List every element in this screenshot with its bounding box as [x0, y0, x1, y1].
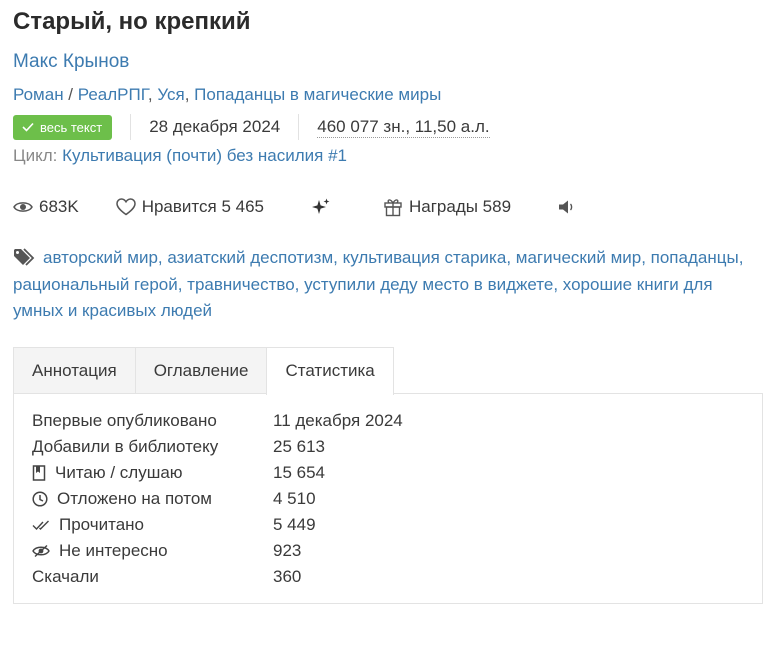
genre-list: Роман / РеалРПГ, Уся, Попаданцы в магиче… [13, 85, 441, 105]
cycle-info: Цикл: Культивация (почти) без насилия #1 [13, 146, 347, 166]
book-icon [32, 465, 46, 481]
author-link[interactable]: Макс Крынов [13, 51, 129, 73]
stat-value: 15 654 [273, 463, 325, 482]
stats-bar: 683K Нравится 5 465 Награды 589 [13, 195, 576, 219]
book-title: Старый, но крепкий [13, 8, 251, 35]
like-button[interactable]: Нравится 5 465 [115, 197, 264, 217]
divider [130, 114, 132, 140]
genre-separator: / [63, 85, 78, 104]
publish-date: 28 декабря 2024 [149, 117, 281, 136]
awards-count: Награды 589 [408, 197, 512, 216]
full-text-badge: весь текст [13, 114, 113, 140]
awards-button[interactable]: Награды 589 [383, 197, 511, 217]
stat-value: 360 [273, 567, 302, 586]
stat-label: Отложено на потом [57, 489, 212, 508]
stat-value: 5 449 [273, 515, 316, 534]
book-page: Старый, но крепкий Макс Крынов Роман / Р… [0, 0, 778, 648]
clock-icon [32, 491, 48, 507]
tags-text[interactable]: авторский мир, азиатский деспотизм, куль… [13, 248, 743, 320]
stat-value: 11 декабря 2024 [273, 411, 403, 430]
views-count: 683K [39, 197, 79, 216]
audio-button[interactable] [558, 199, 576, 215]
genre-link[interactable]: РеалРПГ [78, 85, 148, 104]
tag-icon [14, 248, 35, 266]
stat-row: Скачали 360 [32, 564, 301, 590]
tab-contents[interactable]: Оглавление [134, 347, 268, 393]
genre-separator: , [184, 85, 195, 104]
stat-row: Добавили в библиотеку 25 613 [32, 434, 325, 460]
cycle-link[interactable]: Культивация (почти) без насилия #1 [62, 146, 347, 165]
eye-icon [13, 202, 33, 212]
stat-label: Впервые опубликовано [32, 411, 217, 430]
eye-slash-icon [32, 544, 50, 558]
stat-label: Добавили в библиотеку [32, 437, 219, 456]
double-check-icon [32, 520, 49, 531]
views-counter: 683K [13, 197, 79, 217]
divider [298, 114, 300, 140]
tab-annotation[interactable]: Аннотация [13, 347, 136, 393]
genre-link[interactable]: Роман [13, 85, 64, 104]
full-text-label: весь текст [40, 119, 103, 135]
stat-label: Читаю / слушаю [55, 463, 183, 482]
stat-label: Не интересно [59, 541, 168, 560]
stat-row: Не интересно 923 [32, 538, 301, 564]
check-icon [22, 122, 34, 132]
stat-row: Прочитано 5 449 [32, 512, 316, 538]
speaker-icon [559, 200, 573, 214]
stat-value: 923 [273, 541, 302, 560]
heart-icon [115, 198, 136, 216]
gift-icon [384, 199, 402, 217]
stat-row: Отложено на потом 4 510 [32, 486, 316, 512]
book-info-row: весь текст 28 декабря 2024 460 077 зн., … [13, 113, 490, 141]
genre-link[interactable]: Попаданцы в магические миры [194, 85, 441, 104]
stat-row: Читаю / слушаю 15 654 [32, 460, 325, 486]
stat-value: 4 510 [273, 489, 316, 508]
genre-separator: , [147, 85, 158, 104]
tags-list: авторский мир, азиатский деспотизм, куль… [13, 245, 758, 325]
tab-statistics[interactable]: Статистика [266, 347, 394, 395]
cycle-label: Цикл: [13, 146, 58, 165]
sparkle-button[interactable] [311, 197, 331, 217]
genre-link[interactable]: Уся [157, 85, 184, 104]
stat-label: Прочитано [59, 515, 144, 534]
stat-label: Скачали [32, 567, 99, 586]
stat-row: Впервые опубликовано 11 декабря 2024 [32, 408, 403, 434]
sparkle-icon [311, 198, 330, 214]
book-size[interactable]: 460 077 зн., 11,50 а.л. [317, 117, 490, 138]
likes-count: Нравится 5 465 [141, 197, 264, 216]
book-tabs: Аннотация Оглавление Статистика [13, 347, 394, 395]
statistics-panel: Впервые опубликовано 11 декабря 2024 Доб… [13, 393, 763, 604]
stat-value: 25 613 [273, 437, 325, 456]
